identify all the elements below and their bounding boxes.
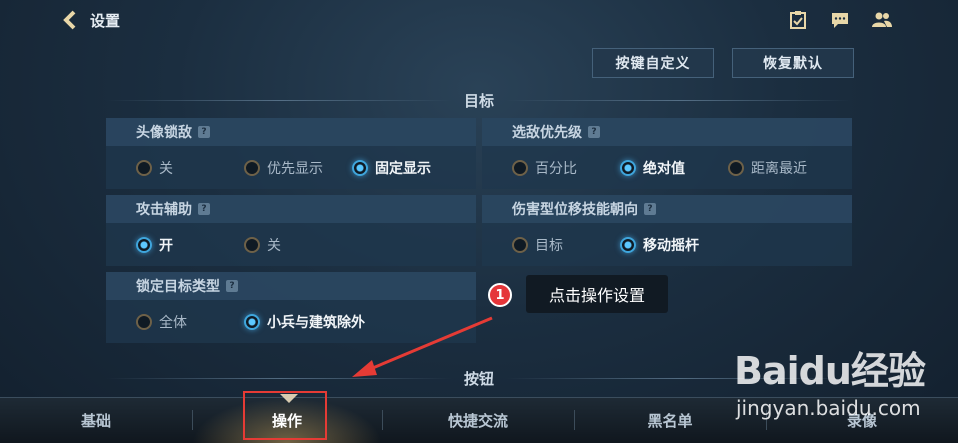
radio-selected-icon xyxy=(620,237,636,253)
option-fixed-display[interactable]: 固定显示 xyxy=(352,158,431,178)
annotation-highlight-box xyxy=(243,391,327,440)
radio-icon xyxy=(512,160,528,176)
card-skill-direction: 伤害型位移技能朝向? 目标 移动摇杆 xyxy=(482,195,852,266)
tab-quick-chat[interactable]: 快捷交流 xyxy=(382,398,574,443)
option-label: 百分比 xyxy=(535,161,577,177)
option-exclude-minions-buildings[interactable]: 小兵与建筑除外 xyxy=(244,312,365,332)
restore-default-button[interactable]: 恢复默认 xyxy=(732,48,854,78)
option-label: 优先显示 xyxy=(267,161,323,177)
option-off[interactable]: 关 xyxy=(136,158,173,178)
help-icon[interactable]: ? xyxy=(198,203,210,215)
card-avatar-lock-title: 头像锁敌 xyxy=(136,125,192,141)
top-bar: 设置 xyxy=(0,0,958,40)
card-attack-assist: 攻击辅助? 开 关 xyxy=(106,195,476,266)
chat-icon[interactable] xyxy=(830,10,850,30)
card-avatar-lock: 头像锁敌? 关 优先显示 固定显示 xyxy=(106,118,476,189)
radio-icon xyxy=(136,314,152,330)
task-icon[interactable] xyxy=(788,10,808,30)
card-attack-assist-title: 攻击辅助 xyxy=(136,202,192,218)
option-percentage[interactable]: 百分比 xyxy=(512,158,577,178)
option-label: 移动摇杆 xyxy=(643,238,699,254)
card-skill-direction-title: 伤害型位移技能朝向 xyxy=(512,202,638,218)
option-on[interactable]: 开 xyxy=(136,235,173,255)
option-label: 目标 xyxy=(535,238,563,254)
baidu-logo: Baidu经验 xyxy=(734,349,926,393)
section-target-title: 目标 xyxy=(464,92,495,110)
help-icon[interactable]: ? xyxy=(588,126,600,138)
option-label: 关 xyxy=(267,238,281,254)
card-target-priority: 选敌优先级? 百分比 绝对值 距离最近 xyxy=(482,118,852,189)
radio-selected-icon xyxy=(352,160,368,176)
help-icon[interactable]: ? xyxy=(644,203,656,215)
radio-icon xyxy=(512,237,528,253)
option-label: 关 xyxy=(159,161,173,177)
card-target-priority-title: 选敌优先级 xyxy=(512,125,582,141)
card-lock-target-type-title: 锁定目标类型 xyxy=(136,279,220,295)
radio-icon xyxy=(244,237,260,253)
option-joystick[interactable]: 移动摇杆 xyxy=(620,235,699,255)
option-label: 小兵与建筑除外 xyxy=(267,315,365,331)
friends-icon[interactable] xyxy=(872,10,892,30)
custom-keys-button[interactable]: 按键自定义 xyxy=(592,48,714,78)
option-label: 全体 xyxy=(159,315,187,331)
radio-selected-icon xyxy=(620,160,636,176)
option-label: 绝对值 xyxy=(643,161,685,177)
tab-basic[interactable]: 基础 xyxy=(0,398,192,443)
option-nearest[interactable]: 距离最近 xyxy=(728,158,807,178)
back-arrow-icon xyxy=(63,10,76,30)
section-buttons-title: 按钮 xyxy=(464,370,495,388)
annotation-tooltip: 点击操作设置 xyxy=(526,275,668,313)
baidu-watermark: Baidu经验 jingyan.baidu.com xyxy=(734,340,934,430)
help-icon[interactable]: ? xyxy=(198,126,210,138)
option-label: 开 xyxy=(159,238,173,254)
option-all[interactable]: 全体 xyxy=(136,312,187,332)
option-target[interactable]: 目标 xyxy=(512,235,563,255)
option-label: 固定显示 xyxy=(375,161,431,177)
page-title: 设置 xyxy=(90,11,121,30)
card-lock-target-type: 锁定目标类型? 全体 小兵与建筑除外 xyxy=(106,272,476,343)
watermark-url: jingyan.baidu.com xyxy=(736,396,921,420)
radio-selected-icon xyxy=(244,314,260,330)
help-icon[interactable]: ? xyxy=(226,280,238,292)
section-target: 目标 xyxy=(106,90,853,111)
option-absolute[interactable]: 绝对值 xyxy=(620,158,685,178)
step-badge: 1 xyxy=(488,283,512,307)
back-button[interactable]: 设置 xyxy=(60,8,120,32)
radio-icon xyxy=(244,160,260,176)
radio-icon xyxy=(728,160,744,176)
option-label: 距离最近 xyxy=(751,161,807,177)
radio-selected-icon xyxy=(136,237,152,253)
option-off[interactable]: 关 xyxy=(244,235,281,255)
option-priority-display[interactable]: 优先显示 xyxy=(244,158,323,178)
radio-icon xyxy=(136,160,152,176)
